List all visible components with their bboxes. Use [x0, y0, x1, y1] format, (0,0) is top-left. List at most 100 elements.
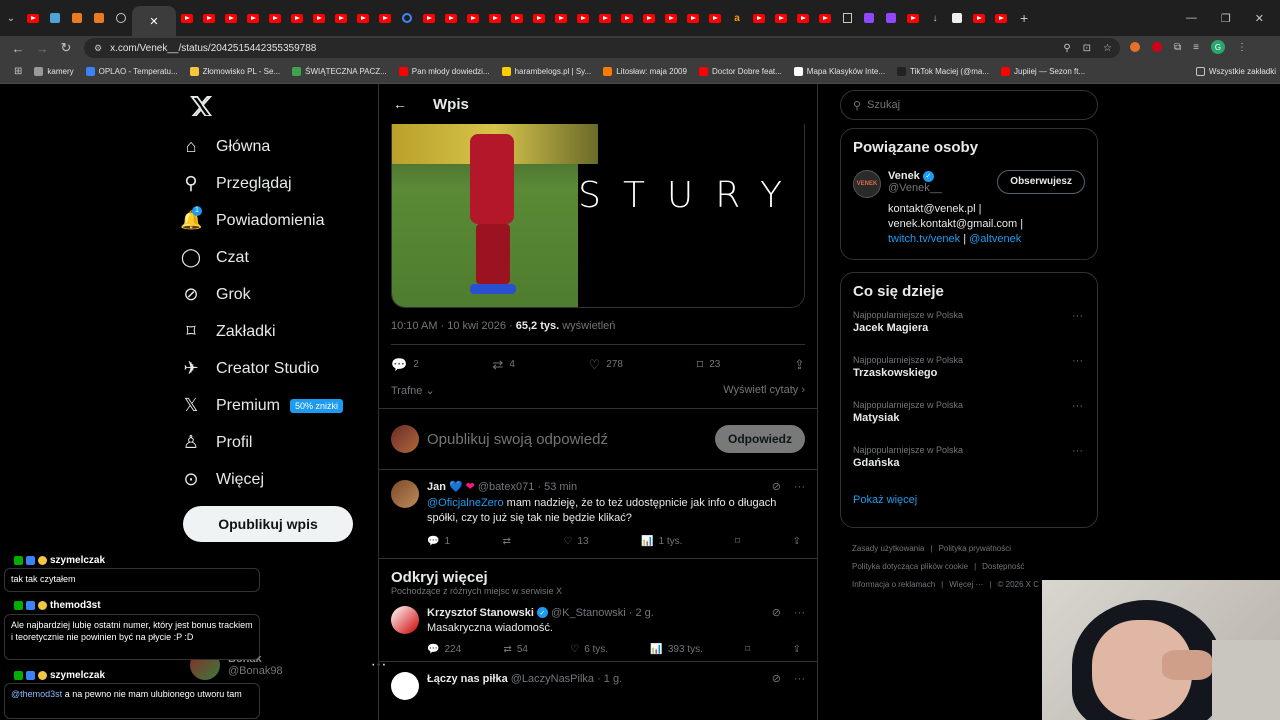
tab-youtube[interactable] — [176, 0, 198, 36]
more-icon[interactable]: ··· — [1072, 355, 1083, 367]
tab-youtube[interactable] — [594, 0, 616, 36]
bookmark-item[interactable]: Doctor Dobre feat... — [698, 67, 782, 76]
profile-avatar[interactable]: G — [1210, 40, 1225, 54]
view-quotes-link[interactable]: Wyświetl cytaty › — [723, 384, 805, 396]
close-icon[interactable]: ✕ — [149, 15, 158, 28]
bookmark-action[interactable]: ⌑ — [735, 536, 740, 547]
share-action[interactable]: ⇪ — [794, 357, 805, 373]
reply-tweet[interactable]: Jan 💙 ❤ @batex071 · 53 min ⊘ ··· @OficjalneZer… — [379, 470, 817, 558]
like-action[interactable]: ♡ 13 — [563, 536, 588, 547]
tab-youtube[interactable] — [484, 0, 506, 36]
more-icon[interactable]: ··· — [1072, 445, 1083, 457]
author-name[interactable]: Krzysztof Stanowski — [427, 607, 534, 619]
zoom-icon[interactable]: ⚲ — [1063, 43, 1070, 54]
following-button[interactable]: Obserwujesz — [997, 170, 1085, 194]
tab-youtube[interactable] — [572, 0, 594, 36]
tab-a[interactable]: a — [726, 0, 748, 36]
tab-youtube[interactable] — [792, 0, 814, 36]
bio-mention[interactable]: @altvenek — [969, 233, 1021, 245]
tab-youtube[interactable] — [352, 0, 374, 36]
tab-youtube[interactable] — [462, 0, 484, 36]
tab-youtube[interactable] — [770, 0, 792, 36]
share-action[interactable]: ⇪ — [793, 644, 801, 655]
nav-item-grok[interactable]: ⊘ Grok — [180, 276, 370, 313]
tab-w[interactable] — [946, 0, 968, 36]
puzzle-icon[interactable]: ⧉ — [1174, 42, 1181, 53]
nav-item-bookmark[interactable]: ⌑ Zakładki — [180, 313, 370, 350]
bookmark-item[interactable]: Złomowisko PL - Se... — [189, 67, 280, 76]
bookmark-item[interactable]: TikTok Maciej (@ma... — [897, 67, 989, 76]
tab-youtube[interactable] — [506, 0, 528, 36]
tab-youtube[interactable] — [660, 0, 682, 36]
tab-youtube[interactable] — [528, 0, 550, 36]
bookmark-item[interactable]: kamery — [34, 67, 74, 76]
x-logo[interactable] — [180, 84, 370, 128]
nav-item-bell[interactable]: 🔔 1 Powiadomienia — [180, 202, 370, 239]
tab-youtube[interactable] — [330, 0, 352, 36]
site-info-icon[interactable]: ⚙ — [94, 43, 102, 54]
tab-youtube[interactable] — [704, 0, 726, 36]
discover-tweet[interactable]: Krzysztof Stanowski ✓ @K_Stanowski · 2 g. ⊘… — [379, 596, 817, 661]
footer-link[interactable]: Informacja o reklamach — [852, 580, 935, 589]
trend-item[interactable]: Najpopularniejsze w Polska Gdańska ··· — [853, 445, 1085, 490]
all-bookmarks[interactable]: Wszystkie zakładki — [1195, 67, 1276, 76]
tab-tw[interactable] — [858, 0, 880, 36]
nav-item-rocket[interactable]: ✈ Creator Studio — [180, 350, 370, 387]
nav-item-search[interactable]: ⚲ Przeglądaj — [180, 165, 370, 202]
tab-g[interactable] — [396, 0, 418, 36]
bio-link[interactable]: twitch.tv/venek — [888, 233, 960, 245]
reload-icon[interactable]: ↻ — [54, 40, 78, 56]
nav-item-home[interactable]: ⌂ Główna — [180, 128, 370, 165]
reply-button[interactable]: Odpowiedz — [715, 425, 805, 453]
footer-link[interactable]: Zasady użytkowania — [852, 544, 924, 553]
reply-action[interactable]: 💬 2 — [391, 357, 419, 373]
bookmark-item[interactable]: ŚWIĄTECZNA PACZ... — [292, 67, 387, 76]
extension-icon[interactable] — [1130, 42, 1140, 52]
tab-youtube[interactable] — [814, 0, 836, 36]
tab-youtube[interactable] — [418, 0, 440, 36]
reply-input[interactable] — [427, 430, 697, 448]
apps-icon[interactable]: ⊞ — [14, 66, 22, 77]
new-tab-icon[interactable]: + — [1020, 0, 1028, 36]
search-input[interactable] — [867, 99, 1068, 111]
reply-action[interactable]: 💬 1 — [427, 536, 450, 547]
reply-action[interactable]: 💬 224 — [427, 644, 461, 655]
menu-icon[interactable]: ⋮ — [1237, 42, 1247, 53]
more-icon[interactable]: ··· — [794, 481, 805, 493]
views-action[interactable]: 📊 393 tys. — [650, 644, 702, 655]
adblock-icon[interactable] — [1152, 42, 1162, 52]
grok-icon[interactable]: ⊘ — [772, 606, 781, 619]
tab-youtube[interactable] — [616, 0, 638, 36]
author-name[interactable]: Łączy nas piłka — [427, 673, 508, 685]
tab-youtube[interactable] — [902, 0, 924, 36]
tab-youtube[interactable] — [638, 0, 660, 36]
tab-search-icon[interactable]: ⌄ — [0, 0, 22, 36]
back-icon[interactable]: ← — [6, 41, 30, 56]
repost-action[interactable]: ⇄ — [503, 536, 511, 547]
tab-youtube[interactable] — [682, 0, 704, 36]
bookmark-action[interactable]: ⌑ 23 — [697, 357, 721, 373]
author-name[interactable]: Jan — [427, 481, 446, 493]
close-window-icon[interactable]: ✕ — [1255, 12, 1264, 25]
bookmark-item[interactable]: Mapa Klasyków Inte... — [793, 67, 885, 76]
tab-youtube[interactable] — [990, 0, 1012, 36]
address-bar[interactable]: ⚙ x.com/Venek__/status/20425154423553597… — [84, 38, 1120, 58]
like-action[interactable]: ♡ 6 tys. — [570, 644, 608, 655]
mention-link[interactable]: @OficjalneZero — [427, 497, 504, 509]
trend-item[interactable]: Najpopularniejsze w Polska Jacek Magiera ·… — [853, 310, 1085, 355]
tab-orange-2[interactable] — [88, 0, 110, 36]
forward-icon[interactable]: → — [30, 41, 54, 56]
nav-item-more-circle[interactable]: ⊙ Więcej — [180, 461, 370, 498]
more-icon[interactable]: ··· — [794, 607, 805, 619]
tab-active-x[interactable]: ✕ — [132, 6, 176, 36]
repost-action[interactable]: ⇄ 4 — [492, 357, 514, 373]
bookmark-item[interactable]: Jupiiej — Sezon ft... — [1001, 67, 1085, 76]
grok-icon[interactable]: ⊘ — [772, 672, 781, 685]
tab-dl[interactable]: ↓ — [924, 0, 946, 36]
install-icon[interactable]: ⊡ — [1083, 43, 1091, 54]
repost-action[interactable]: ⇄ 54 — [503, 644, 528, 655]
trend-item[interactable]: Najpopularniejsze w Polska Matysiak ··· — [853, 400, 1085, 445]
tab-youtube[interactable] — [308, 0, 330, 36]
related-user[interactable]: VENEK Venek ✓ @Venek__ Obserwujesz — [853, 170, 1085, 198]
tab-youtube[interactable] — [968, 0, 990, 36]
